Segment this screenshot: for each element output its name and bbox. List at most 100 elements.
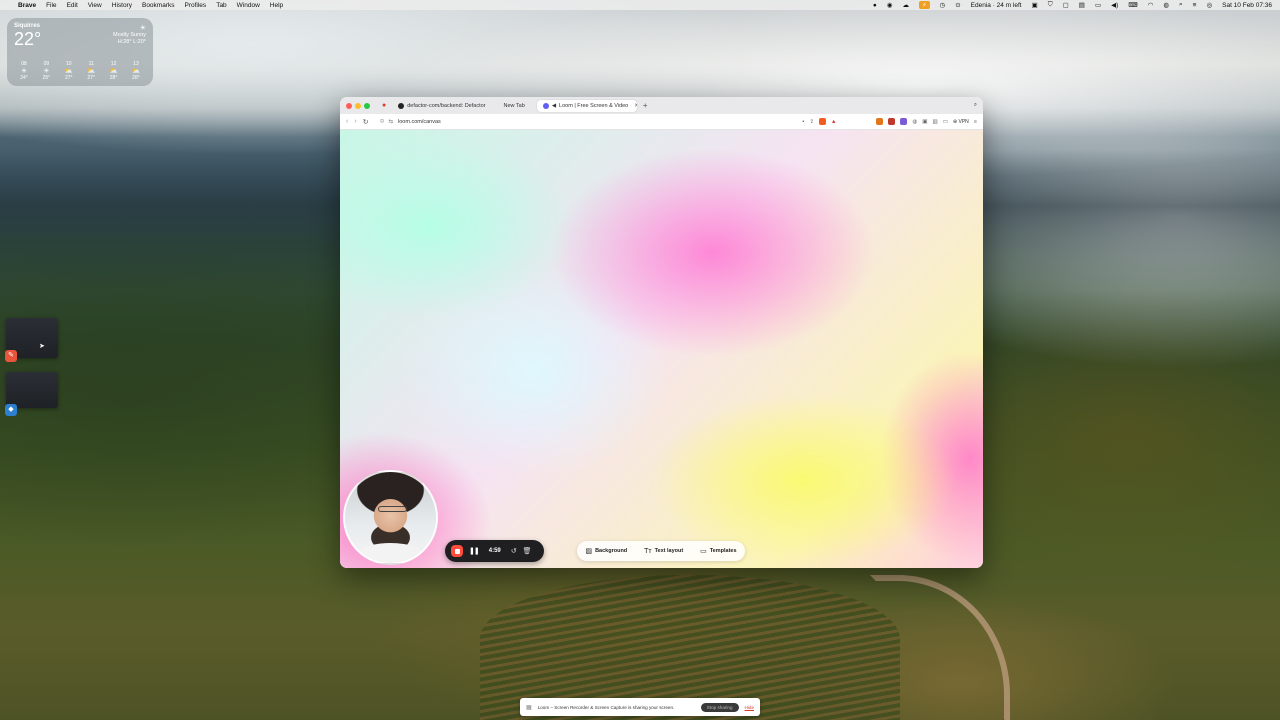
- address-bar[interactable]: ⌑ ⇆ loom.com/canvas: [375, 116, 797, 127]
- shield-icon[interactable]: ⛉: [1048, 1, 1053, 9]
- user-icon[interactable]: ◍: [1163, 1, 1169, 9]
- hour-time: 10: [66, 61, 72, 67]
- tab-title: defactor-com/backend: Defactor: [407, 102, 486, 109]
- tab-title: New Tab: [503, 102, 525, 109]
- menu-tab[interactable]: Tab: [216, 2, 226, 9]
- bookmark-icon[interactable]: ⌑: [381, 119, 384, 125]
- cloud-icon[interactable]: ☁: [902, 1, 909, 9]
- share-icon[interactable]: ⇪: [809, 119, 814, 125]
- weather-hourly: 08 ☀ 24° 09 ☀ 25° 10 ⛅ 27° 11 ⛅ 27° 12 ⛅…: [14, 61, 146, 82]
- sharing-icon: ▦: [526, 704, 532, 711]
- bolt-icon[interactable]: ⚡: [918, 1, 930, 9]
- browser-toolbar: ‹ › ↻ ⌑ ⇆ loom.com/canvas ▪ ⇪ ▲ ◍ ▣ ▥ ▭ …: [340, 114, 983, 130]
- battery-label[interactable]: Edenia · 24 m left: [971, 2, 1022, 9]
- back-button[interactable]: ‹: [346, 118, 348, 125]
- close-window-button[interactable]: [346, 102, 352, 109]
- window-controls: [346, 102, 370, 109]
- tab-new-tab[interactable]: New Tab: [498, 100, 531, 112]
- window-icon[interactable]: ▢: [1063, 1, 1069, 9]
- camera-icon[interactable]: ▪: [802, 119, 804, 125]
- search-icon[interactable]: ⌕: [1179, 1, 1183, 9]
- menu-window[interactable]: Window: [237, 2, 260, 9]
- app-icon[interactable]: ▣: [1032, 1, 1038, 9]
- weather-hour: 08 ☀ 24°: [14, 61, 34, 82]
- mouse-cursor-icon: ➤: [39, 343, 45, 350]
- extension-red-icon[interactable]: [888, 118, 896, 125]
- brave-shields-icon[interactable]: [819, 118, 827, 125]
- restart-icon[interactable]: ↺: [511, 547, 517, 555]
- pencil-app-icon[interactable]: ✎: [5, 350, 17, 362]
- tab-search-icon[interactable]: ⌕: [974, 102, 977, 109]
- webcam-shirt: [355, 543, 426, 563]
- menu-icon[interactable]: ≡: [974, 119, 977, 125]
- volume-icon[interactable]: ◀): [1111, 1, 1118, 9]
- wifi-icon[interactable]: ◠: [1148, 1, 1154, 9]
- brave-rewards-icon[interactable]: ▲: [831, 119, 836, 125]
- extension-icon[interactable]: ◍: [912, 119, 917, 125]
- menu-bookmarks[interactable]: Bookmarks: [142, 2, 175, 9]
- pause-button[interactable]: ❚❚: [469, 547, 480, 555]
- background-button[interactable]: ▨ Background: [585, 547, 627, 555]
- trash-icon[interactable]: 🗑: [523, 547, 532, 555]
- weather-condition-block: ☀ Mostly Sunny H:28° L:20°: [113, 25, 146, 46]
- battery-app-icon[interactable]: ⊙: [955, 1, 960, 9]
- templates-button[interactable]: ▭ Templates: [700, 547, 736, 555]
- text-layout-button[interactable]: Tт Text layout: [644, 548, 683, 555]
- background-label: Background: [595, 548, 628, 554]
- weather-hour: 09 ☀ 25°: [36, 61, 56, 82]
- extensions-puzzle-icon[interactable]: ▣: [922, 119, 927, 125]
- sharing-message: Loom – Screen Recorder & Screen Capture …: [537, 704, 675, 710]
- partly-cloudy-icon: ⛅: [109, 68, 118, 75]
- menu-help[interactable]: Help: [270, 2, 283, 9]
- siri-icon[interactable]: ◎: [1206, 1, 1212, 9]
- timer-icon[interactable]: ◷: [940, 1, 946, 9]
- weather-hour: 10 ⛅ 27°: [59, 61, 79, 82]
- templates-label: Templates: [709, 548, 737, 554]
- control-center-icon[interactable]: ≡: [1193, 2, 1197, 9]
- recording-timer: 4:59: [488, 548, 501, 554]
- minimize-window-button[interactable]: [355, 102, 361, 109]
- clipboard-icon[interactable]: ▤: [1079, 1, 1085, 9]
- weather-widget[interactable]: Siquirres 22° ☀ Mostly Sunny H:28° L:20°…: [7, 18, 153, 86]
- menu-app-name[interactable]: Brave: [18, 2, 36, 9]
- menu-view[interactable]: View: [88, 2, 102, 9]
- close-tab-icon[interactable]: ✕: [634, 103, 637, 109]
- forward-button[interactable]: ›: [354, 118, 356, 125]
- monitor-icon: ▭: [700, 548, 707, 555]
- partly-cloudy-icon: ⛅: [86, 68, 96, 75]
- stop-icon: [454, 548, 460, 554]
- sun-icon: ☀: [20, 68, 28, 75]
- tab-bar: ● defactor-com/backend: Defactor New Tab…: [340, 97, 983, 114]
- menu-edit[interactable]: Edit: [67, 2, 78, 9]
- partly-cloudy-icon: ⛅: [64, 68, 74, 75]
- vpn-button[interactable]: ⊕ VPN: [953, 119, 969, 125]
- hide-sharing-button[interactable]: Hide: [745, 705, 754, 710]
- reload-button[interactable]: ↻: [363, 118, 369, 126]
- menu-profiles[interactable]: Profiles: [185, 2, 207, 9]
- recording-controls: ❚❚ 4:59 ↺ 🗑: [445, 540, 544, 562]
- hour-temp: 25°: [42, 75, 51, 81]
- weather-hour: 11 ⛅ 27°: [81, 61, 101, 82]
- stage-manager-thumbnail-2[interactable]: [6, 372, 58, 408]
- metamask-icon[interactable]: [876, 118, 884, 125]
- menu-bar: Brave File Edit View History Bookmarks P…: [0, 0, 1280, 10]
- zoom-window-button[interactable]: [364, 102, 370, 109]
- sidebar-icon[interactable]: ▥: [933, 119, 938, 125]
- loom-extension-icon[interactable]: [900, 118, 908, 125]
- docker-app-icon[interactable]: ◆: [5, 404, 17, 416]
- tab-github[interactable]: defactor-com/backend: Defactor: [392, 100, 491, 112]
- menu-file[interactable]: File: [46, 2, 56, 9]
- site-info-icon[interactable]: ⇆: [388, 119, 393, 125]
- tab-loom[interactable]: ◀ Loom | Free Screen & Video ✕: [536, 99, 637, 112]
- recording-status-icon[interactable]: ◉: [887, 1, 893, 9]
- battery-icon[interactable]: ▭: [1095, 1, 1101, 9]
- menu-history[interactable]: History: [112, 2, 132, 9]
- menu-clock[interactable]: Sat 10 Feb 07:36: [1222, 2, 1272, 9]
- stop-sharing-button[interactable]: Stop sharing: [700, 702, 739, 712]
- stop-recording-button[interactable]: [451, 545, 463, 557]
- webcam-bubble[interactable]: [343, 470, 438, 565]
- new-tab-button[interactable]: +: [643, 101, 648, 110]
- wallet-icon[interactable]: ▭: [943, 119, 948, 125]
- keyboard-icon[interactable]: ⌨: [1128, 1, 1137, 9]
- microphone-icon[interactable]: ●: [873, 2, 877, 9]
